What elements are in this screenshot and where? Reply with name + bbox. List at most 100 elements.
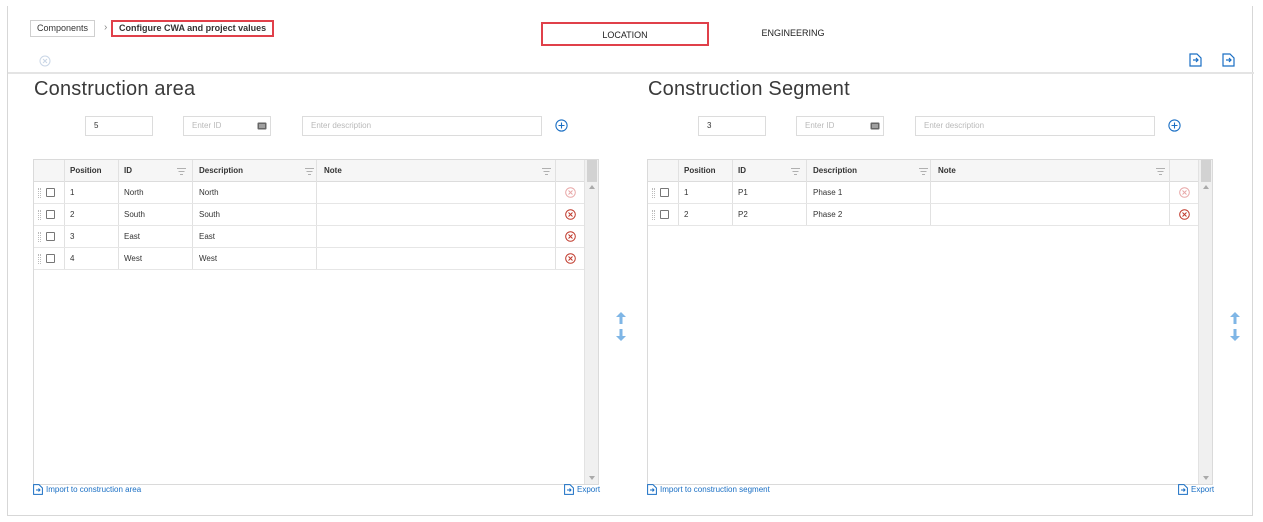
row-id: East (124, 232, 141, 241)
row-position: 1 (70, 188, 75, 197)
export-segment-label: Export (1191, 485, 1215, 494)
row-id: West (124, 254, 143, 263)
import-icon (647, 484, 657, 495)
row-checkbox[interactable] (46, 232, 55, 241)
keyboard-icon (257, 122, 267, 130)
area-id-placeholder: Enter ID (192, 121, 222, 130)
area-id-input[interactable]: Enter ID (183, 116, 271, 136)
drag-handle-icon[interactable] (652, 210, 655, 220)
table-row[interactable]: 4 West West (34, 248, 584, 270)
drag-handle-icon[interactable] (38, 232, 41, 242)
tab-engineering[interactable]: ENGINEERING (708, 22, 878, 46)
add-segment-icon[interactable] (1168, 119, 1181, 132)
row-checkbox[interactable] (46, 188, 55, 197)
table-row[interactable]: 1 P1 Phase 1 (648, 182, 1198, 204)
area-grid: Position ID Description Note 1 North Nor… (33, 159, 599, 485)
row-checkbox[interactable] (46, 210, 55, 219)
area-grid-header: Position ID Description Note (34, 160, 584, 182)
col-description[interactable]: Description (813, 160, 857, 182)
main-frame: Components › Configure CWA and project v… (7, 6, 1254, 516)
area-grid-scrollbar[interactable] (584, 160, 598, 484)
drag-handle-icon[interactable] (38, 254, 41, 264)
drag-handle-icon[interactable] (652, 188, 655, 198)
tab-location[interactable]: LOCATION (541, 22, 709, 46)
table-row[interactable]: 2 P2 Phase 2 (648, 204, 1198, 226)
row-position: 2 (70, 210, 75, 219)
area-count-input[interactable]: 5 (85, 116, 153, 136)
row-position: 2 (684, 210, 689, 219)
scroll-down-icon[interactable] (589, 476, 595, 480)
segment-grid-scrollbar[interactable] (1198, 160, 1212, 484)
scroll-up-icon[interactable] (589, 185, 595, 189)
scroll-down-icon[interactable] (1203, 476, 1209, 480)
segment-description-input[interactable]: Enter description (915, 116, 1155, 136)
table-row[interactable]: 2 South South (34, 204, 584, 226)
export-area-link[interactable]: Export (564, 484, 600, 495)
row-description: North (199, 188, 219, 197)
top-bar: Components › Configure CWA and project v… (8, 6, 1254, 46)
table-row[interactable]: 1 North North (34, 182, 584, 204)
import-segment-link[interactable]: Import to construction segment (647, 484, 770, 495)
filter-icon[interactable] (542, 168, 551, 175)
row-description: South (199, 210, 220, 219)
row-id: P2 (738, 210, 748, 219)
filter-icon[interactable] (1156, 168, 1165, 175)
row-description: Phase 2 (813, 210, 843, 219)
import-area-link[interactable]: Import to construction area (33, 484, 141, 495)
clear-icon[interactable] (39, 55, 51, 67)
filter-icon[interactable] (177, 168, 186, 175)
delete-row-icon[interactable] (1179, 209, 1190, 220)
segment-count-input[interactable]: 3 (698, 116, 766, 136)
col-note[interactable]: Note (938, 160, 956, 182)
breadcrumb-current[interactable]: Configure CWA and project values (111, 20, 275, 37)
filter-icon[interactable] (791, 168, 800, 175)
delete-row-icon[interactable] (1179, 187, 1190, 198)
breadcrumb-components[interactable]: Components (30, 20, 96, 37)
scrollbar-thumb[interactable] (587, 160, 597, 182)
toolbar (8, 50, 1254, 74)
move-down-icon[interactable] (616, 329, 626, 341)
right-panel-title: Construction Segment (648, 78, 850, 100)
row-checkbox[interactable] (660, 210, 669, 219)
col-note[interactable]: Note (324, 160, 342, 182)
row-position: 1 (684, 188, 689, 197)
scrollbar-thumb[interactable] (1201, 160, 1211, 182)
export-area-label: Export (577, 485, 601, 494)
import-icon (33, 484, 43, 495)
segment-reorder-arrows (1230, 312, 1242, 341)
table-row[interactable]: 3 East East (34, 226, 584, 248)
export-segment-link[interactable]: Export (1178, 484, 1214, 495)
row-id: North (124, 188, 144, 197)
row-description: West (199, 254, 218, 263)
row-id: P1 (738, 188, 748, 197)
move-up-icon[interactable] (1230, 312, 1240, 324)
col-position[interactable]: Position (684, 160, 716, 182)
segment-grid-header: Position ID Description Note (648, 160, 1198, 182)
area-description-input[interactable]: Enter description (302, 116, 542, 136)
import-icon[interactable] (1189, 53, 1202, 67)
col-description[interactable]: Description (199, 160, 243, 182)
col-id[interactable]: ID (124, 160, 132, 182)
segment-grid: Position ID Description Note 1 P1 Phase … (647, 159, 1213, 485)
segment-id-placeholder: Enter ID (805, 121, 835, 130)
keyboard-icon (870, 122, 880, 130)
delete-row-icon[interactable] (565, 187, 576, 198)
add-area-icon[interactable] (555, 119, 568, 132)
delete-row-icon[interactable] (565, 231, 576, 242)
drag-handle-icon[interactable] (38, 188, 41, 198)
move-down-icon[interactable] (1230, 329, 1240, 341)
filter-icon[interactable] (305, 168, 314, 175)
col-id[interactable]: ID (738, 160, 746, 182)
drag-handle-icon[interactable] (38, 210, 41, 220)
segment-id-input[interactable]: Enter ID (796, 116, 884, 136)
filter-icon[interactable] (919, 168, 928, 175)
scroll-up-icon[interactable] (1203, 185, 1209, 189)
row-checkbox[interactable] (46, 254, 55, 263)
delete-row-icon[interactable] (565, 209, 576, 220)
delete-row-icon[interactable] (565, 253, 576, 264)
col-position[interactable]: Position (70, 160, 102, 182)
row-checkbox[interactable] (660, 188, 669, 197)
move-up-icon[interactable] (616, 312, 626, 324)
export-icon[interactable] (1222, 53, 1235, 67)
breadcrumb-separator: › (104, 22, 108, 33)
